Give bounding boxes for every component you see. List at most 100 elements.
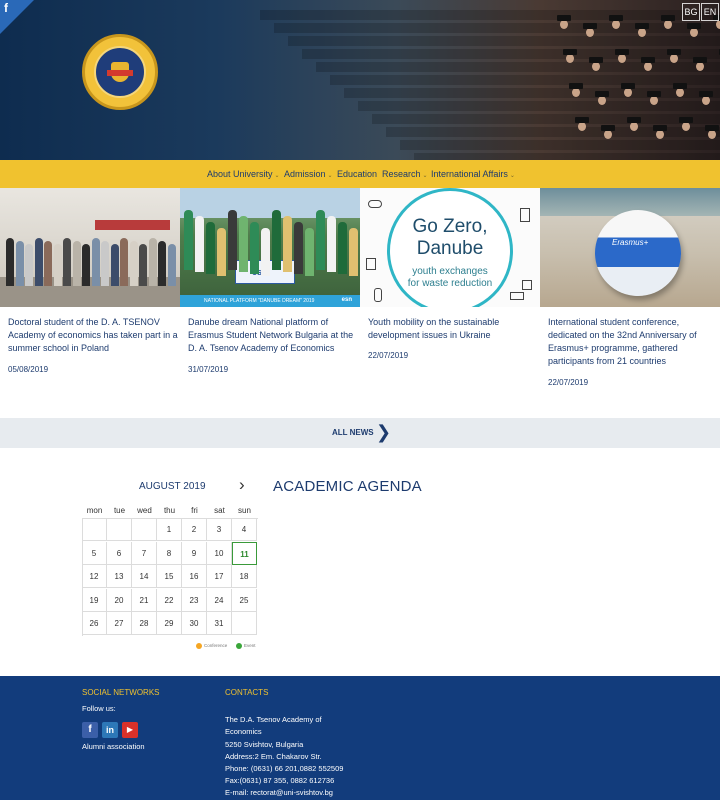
calendar-day[interactable]: 29: [157, 612, 182, 635]
person-figure: [228, 210, 237, 270]
calendar-empty-cell: [132, 518, 157, 541]
person-figure: [206, 222, 215, 274]
calendar-day[interactable]: 25: [232, 588, 257, 612]
audience-row: [414, 153, 720, 160]
lang-en-button[interactable]: EN: [701, 3, 719, 21]
chevron-down-icon: ⌄: [422, 173, 428, 179]
beach-ball-graphic: [595, 210, 681, 296]
nav-research[interactable]: Research ⌄: [382, 169, 428, 179]
chevron-right-icon[interactable]: ❯: [376, 423, 391, 441]
youtube-icon[interactable]: ▶: [122, 722, 138, 738]
graduation-cap-graphic: [635, 23, 649, 29]
calendar-day[interactable]: 28: [132, 612, 157, 635]
calendar-day[interactable]: 21: [132, 588, 157, 612]
calendar-day[interactable]: 26: [82, 612, 107, 635]
graduate-figure: [708, 130, 716, 139]
graduation-cap-graphic: [679, 117, 693, 123]
contact-line: Economics: [225, 727, 262, 736]
calendar-day[interactable]: 4: [232, 518, 257, 541]
person-figure: [91, 238, 100, 286]
calendar-day[interactable]: 18: [232, 565, 257, 588]
all-news-label[interactable]: ALL NEWS: [332, 428, 374, 437]
lang-bg-button[interactable]: BG: [682, 3, 700, 21]
calendar-day[interactable]: 17: [207, 565, 232, 588]
calendar-empty-cell: [82, 518, 107, 541]
graduation-cap-graphic: [673, 83, 687, 89]
graduate-figure: [598, 96, 606, 105]
news-image-2[interactable]: esn NATIONAL PLATFORM "DANUBE DREAM" 201…: [180, 188, 360, 307]
weekday-header: wed: [137, 506, 152, 515]
calendar-day[interactable]: 23: [182, 588, 207, 612]
news-title-2[interactable]: Danube dream National platform of Erasmu…: [188, 316, 358, 355]
news-title-3[interactable]: Youth mobility on the sustainable develo…: [368, 316, 538, 342]
graduation-cap-graphic: [687, 23, 701, 29]
contact-email[interactable]: E-mail: rectorat@uni-svishtov.bg: [225, 787, 333, 799]
calendar-day[interactable]: 24: [207, 588, 232, 612]
calendar-day[interactable]: 8: [157, 541, 182, 565]
nav-about-university[interactable]: About University ⌄: [207, 169, 280, 179]
news-image-1[interactable]: [0, 188, 180, 307]
calendar-day[interactable]: 12: [82, 565, 107, 588]
person-figure: [110, 244, 119, 286]
legend-event-dot: [236, 643, 242, 649]
alumni-association-link[interactable]: Alumni association: [82, 741, 145, 753]
graduate-figure: [664, 20, 672, 29]
person-figure: [316, 210, 325, 270]
person-figure: [72, 241, 81, 286]
calendar-day[interactable]: 15: [157, 565, 182, 588]
person-figure: [15, 241, 24, 286]
news-title-4[interactable]: International student conference, dedica…: [548, 316, 718, 368]
graduate-figure: [670, 54, 678, 63]
calendar-day[interactable]: 2: [182, 518, 207, 541]
person-figure: [120, 238, 128, 286]
crest-ribbon-icon: [107, 70, 133, 76]
linkedin-icon[interactable]: in: [102, 722, 118, 738]
news-date-1: 05/08/2019: [8, 365, 49, 374]
calendar-day[interactable]: 13: [107, 565, 132, 588]
esn-bar-caption: NATIONAL PLATFORM "DANUBE DREAM" 2019: [204, 298, 315, 304]
calendar-day[interactable]: 31: [207, 612, 232, 635]
calendar-day[interactable]: 22: [157, 588, 182, 612]
graduation-cap-graphic: [601, 125, 615, 131]
calendar-day[interactable]: 30: [182, 612, 207, 635]
calendar-day[interactable]: 6: [107, 541, 132, 565]
calendar-day[interactable]: 10: [207, 541, 232, 565]
person-figure: [217, 228, 226, 276]
graduate-figure: [644, 62, 652, 71]
calendar-day[interactable]: 20: [107, 588, 132, 612]
calendar-day[interactable]: 9: [182, 541, 207, 565]
news-title-1[interactable]: Doctoral student of the D. A. TSENOV Aca…: [8, 316, 178, 355]
calendar-day[interactable]: 3: [207, 518, 232, 541]
university-logo[interactable]: [82, 34, 158, 110]
calendar-day[interactable]: 16: [182, 565, 207, 588]
graduate-figure: [604, 130, 612, 139]
news-image-3[interactable]: Go Zero, Danube youth exchanges for wast…: [360, 188, 540, 307]
calendar-day[interactable]: 5: [82, 541, 107, 565]
nav-international-affairs[interactable]: International Affairs ⌄: [431, 169, 515, 179]
calendar-day[interactable]: 27: [107, 612, 132, 635]
facebook-icon[interactable]: f: [82, 722, 98, 738]
person-figure: [349, 228, 358, 276]
calendar-day-today[interactable]: 11: [232, 541, 257, 565]
graduate-figure: [578, 122, 586, 131]
bottle-icon: [374, 288, 382, 302]
calendar-day[interactable]: 14: [132, 565, 157, 588]
person-figure: [6, 238, 14, 286]
box-icon: [510, 292, 524, 300]
person-figure: [338, 222, 347, 274]
news-image-4[interactable]: Erasmus+: [540, 188, 720, 307]
nav-admission[interactable]: Admission ⌄: [284, 169, 333, 179]
calendar-next-icon[interactable]: ›: [239, 476, 245, 494]
graduate-figure: [638, 28, 646, 37]
legend-conference-label: Conference: [204, 643, 228, 648]
go-zero-title-line1: Go Zero,: [412, 216, 488, 237]
nav-education[interactable]: Education: [337, 169, 377, 179]
bottle-icon: [520, 208, 530, 222]
all-news-bar[interactable]: ALL NEWS ❯: [0, 418, 720, 448]
calendar-day[interactable]: 1: [157, 518, 182, 541]
facebook-icon[interactable]: f: [4, 1, 8, 15]
calendar-day[interactable]: 7: [132, 541, 157, 565]
calendar-day[interactable]: 19: [82, 588, 107, 612]
sky-graphic: [180, 188, 360, 218]
graduate-figure: [716, 20, 720, 29]
